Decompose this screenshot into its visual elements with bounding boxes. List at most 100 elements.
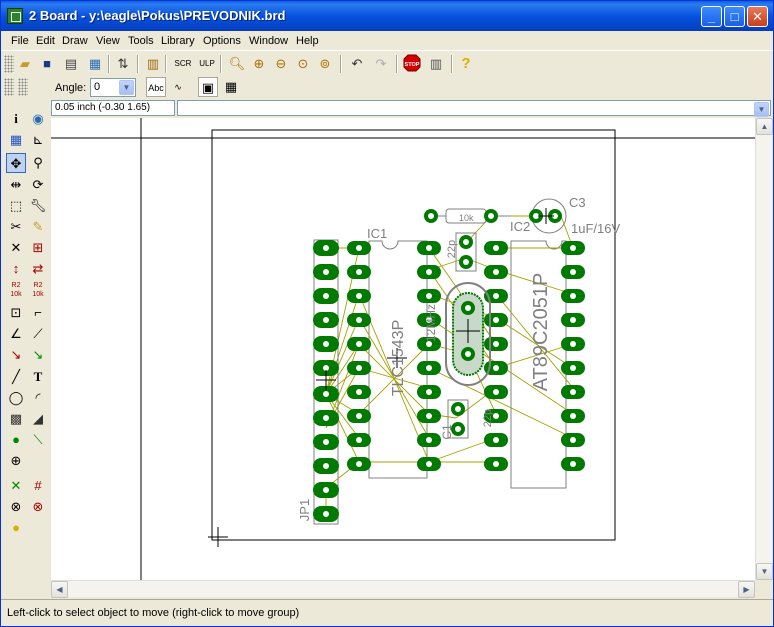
use-library-icon[interactable]: ▥	[143, 54, 163, 74]
c2-value-label: 22p	[446, 240, 458, 258]
coordinate-display: 0.05 inch (-0.30 1.65)	[51, 100, 175, 116]
c3-label: C3	[569, 195, 586, 210]
zoom-out-icon[interactable]: ⊖	[271, 54, 291, 74]
command-line-input[interactable]: ▼	[177, 100, 771, 117]
ripup-icon[interactable]: ↘	[28, 345, 48, 365]
status-text: Left-click to select object to move (rig…	[7, 607, 300, 619]
menu-help[interactable]: Help	[296, 35, 319, 47]
window-title: 2 Board - y:\eagle\Pokus\PREVODNIK.brd	[29, 8, 286, 23]
menu-tools[interactable]: Tools	[128, 35, 154, 47]
split-icon[interactable]: ∠	[6, 324, 26, 344]
script-icon[interactable]: SCR	[173, 54, 193, 74]
zoom-fit-icon[interactable]: 🔍︎	[227, 54, 247, 74]
scroll-left-icon[interactable]: ◀	[51, 581, 68, 598]
cam-processor-icon[interactable]: ▦	[85, 54, 105, 74]
polygon-icon[interactable]: ◢	[28, 409, 48, 429]
via-icon[interactable]: ●	[6, 430, 26, 450]
toolbar-grip[interactable]	[4, 55, 14, 73]
command-toolbar: i ◉ ▦ ⊾ ✥ ⚲ ⇹ ⟳ ⬚ 🔧︎ ✂ ✎ ✕ ⊞ ↕ ⇄ R2 10k R…	[1, 99, 51, 599]
group-icon[interactable]: ⬚	[6, 196, 26, 216]
autorouter-icon[interactable]: #	[28, 476, 48, 496]
wire-icon[interactable]: ╱	[6, 367, 26, 387]
c3-value-label: 1uF/16V	[571, 221, 620, 236]
scroll-right-icon[interactable]: ▶	[738, 581, 755, 598]
zoom-redraw-icon[interactable]: ⊙	[293, 54, 313, 74]
errors-icon[interactable]: ⊗	[28, 497, 48, 517]
menu-window[interactable]: Window	[249, 35, 288, 47]
layer-grid-icon[interactable]	[18, 78, 28, 96]
paste-icon[interactable]: ✎	[28, 217, 48, 237]
menu-draw[interactable]: Draw	[62, 35, 88, 47]
change-icon[interactable]: 🔧︎	[28, 196, 48, 216]
help-icon[interactable]: ?	[456, 54, 476, 74]
menu-view[interactable]: View	[96, 35, 120, 47]
delete-icon[interactable]: ✕	[6, 238, 26, 258]
vertical-scrollbar[interactable]: ▲ ▼	[755, 118, 773, 580]
zoom-select-icon[interactable]: ⊚	[315, 54, 335, 74]
go-icon[interactable]: ▥	[426, 54, 446, 74]
move-icon[interactable]: ✥	[6, 153, 26, 173]
replace-icon[interactable]: ⇄	[28, 259, 48, 279]
separator	[340, 55, 342, 73]
close-button[interactable]: ✕	[747, 6, 768, 27]
undo-icon[interactable]: ↶	[347, 54, 367, 74]
optimize-icon[interactable]: ⟋	[28, 324, 48, 344]
chevron-down-icon[interactable]: ▼	[754, 102, 769, 117]
mirror-icon[interactable]: ⇹	[6, 175, 26, 195]
mirror-text-icon[interactable]: Abc	[146, 77, 166, 97]
drc-icon[interactable]: ⊗	[6, 497, 26, 517]
stop-icon[interactable]: STOP	[402, 54, 422, 74]
spin-text-icon[interactable]: ∿	[168, 77, 188, 97]
menu-file[interactable]: File	[11, 35, 29, 47]
open-icon[interactable]: ▰	[15, 54, 35, 74]
pinswap-icon[interactable]: ↕	[6, 259, 26, 279]
zoom-in-icon[interactable]: ⊕	[249, 54, 269, 74]
separator	[165, 55, 167, 73]
signal-icon[interactable]: ⟍	[28, 430, 48, 450]
angle-label: Angle:	[55, 82, 87, 94]
redo-icon[interactable]: ↷	[371, 54, 391, 74]
save-icon[interactable]: ■	[37, 54, 57, 74]
miter-icon[interactable]: ⌐	[28, 303, 48, 323]
chevron-down-icon[interactable]: ▼	[119, 80, 134, 95]
title-bar[interactable]: 2 Board - y:\eagle\Pokus\PREVODNIK.brd _…	[1, 1, 773, 31]
smash-icon[interactable]: ⊡	[6, 303, 26, 323]
status-bar: Left-click to select object to move (rig…	[1, 599, 773, 626]
menu-library[interactable]: Library	[161, 35, 195, 47]
add-icon[interactable]: ⊞	[28, 238, 48, 258]
rect-icon[interactable]: ▩	[6, 409, 26, 429]
hole-icon[interactable]: ⊕	[6, 451, 26, 471]
text-icon[interactable]: T	[28, 367, 48, 387]
warning-icon[interactable]: ●	[6, 518, 26, 538]
align-icon-1[interactable]: ▣	[198, 77, 218, 97]
print-icon[interactable]: ▤	[61, 54, 81, 74]
scroll-down-icon[interactable]: ▼	[756, 563, 773, 580]
mark-icon[interactable]: ⊾	[28, 130, 48, 150]
angle-select[interactable]: 0 ▼	[90, 78, 136, 97]
maximize-button[interactable]: □	[724, 6, 745, 27]
value-icon[interactable]: R2 10k	[28, 281, 48, 301]
cut-icon[interactable]: ✂	[6, 217, 26, 237]
horizontal-scrollbar[interactable]: ◀ ▶	[51, 580, 755, 598]
align-icon-2[interactable]: ▦	[221, 77, 241, 97]
arc-icon[interactable]: ◜	[28, 388, 48, 408]
minimize-button[interactable]: _	[701, 6, 722, 27]
circle-icon[interactable]: ◯	[6, 388, 26, 408]
scroll-up-icon[interactable]: ▲	[756, 118, 773, 135]
ratsnest-icon[interactable]: ✕	[6, 476, 26, 496]
show-eye-icon[interactable]: ◉	[28, 109, 48, 129]
board-schematic-icon[interactable]: ⇅	[113, 54, 133, 74]
board-canvas[interactable]: IC1 TLC1543P IC2 AT89C2051P C3 1uF/16V 1…	[51, 118, 755, 580]
name-icon[interactable]: R2 10k	[6, 281, 26, 301]
copy-icon[interactable]: ⚲	[28, 153, 48, 173]
ulp-icon[interactable]: ULP	[197, 54, 217, 74]
display-layers-icon[interactable]: ▦	[6, 130, 26, 150]
info-icon[interactable]: i	[6, 109, 26, 129]
rotate-icon[interactable]: ⟳	[28, 175, 48, 195]
toolbar-grip[interactable]	[4, 78, 14, 96]
menu-edit[interactable]: Edit	[36, 35, 55, 47]
pcb-drawing: IC1 TLC1543P IC2 AT89C2051P C3 1uF/16V 1…	[51, 118, 755, 580]
route-icon[interactable]: ↘	[6, 345, 26, 365]
separator	[108, 55, 110, 73]
menu-options[interactable]: Options	[203, 35, 241, 47]
